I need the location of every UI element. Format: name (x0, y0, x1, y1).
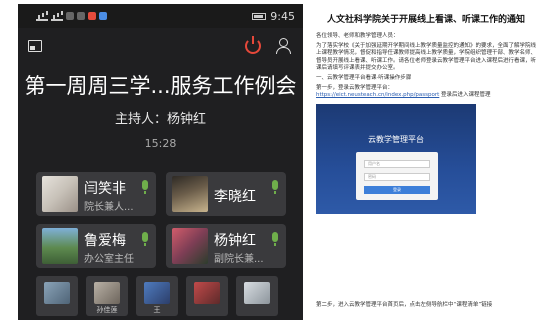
meeting-app-screen: 9:45 第一周周三学...服务工作例会 主持人：杨钟红 15:28 闫笑非 院… (18, 4, 303, 320)
thumbnail-image (194, 282, 220, 304)
signal-icon (36, 12, 48, 21)
signal-icon-2 (51, 12, 63, 21)
status-bar: 9:45 (18, 4, 303, 28)
document-paragraph: 为了落实学校《关于加强延期开学期间线上教学质量监控的通知》的要求，全面了解学院线… (316, 43, 537, 71)
thumbnail-label: 孙佳莲 (96, 306, 118, 314)
mic-icon (272, 232, 278, 246)
participant-name: 杨钟红 (214, 233, 256, 249)
thumbnail-item[interactable] (36, 276, 78, 316)
app-notification-icon-blue (99, 12, 107, 20)
document-step: 第一步，登录云教学管理平台： https://eict.neusteach.cn… (316, 85, 536, 99)
mic-icon (142, 232, 148, 246)
participant-name: 闫笑非 (84, 181, 126, 197)
thumbnail-item[interactable]: 孙佳莲 (86, 276, 128, 316)
meeting-host: 主持人：杨钟红 (114, 112, 206, 127)
username-field: 用户名 (364, 159, 430, 168)
mic-icon (142, 180, 148, 194)
document-step-two: 第二步，进入云教学管理平台首页后，点击左侧导航栏中“课程清单”链接 (316, 302, 493, 308)
status-right: 9:45 (252, 10, 295, 23)
document-body: 各位领导、老师和教学管理人员： 为了落实学校《关于加强延期开学期间线上教学质量监… (310, 25, 542, 100)
mic-icon (272, 180, 278, 194)
login-button: 登录 (364, 185, 430, 194)
wifi-icon (66, 12, 74, 20)
participants-icon[interactable] (275, 38, 291, 54)
participant-thumbnails: 孙佳莲 王 (36, 276, 296, 316)
thumbnail-item[interactable] (236, 276, 278, 316)
participant-card[interactable]: 鲁爱梅 办公室主任 (36, 224, 156, 268)
status-icons (36, 12, 107, 21)
battery-icon (252, 12, 267, 20)
document-title: 人文社科学院关于开展线上看课、听课工作的通知 (326, 15, 525, 25)
app-notification-icon (77, 12, 85, 20)
status-time: 9:45 (270, 9, 295, 23)
avatar (42, 228, 78, 264)
participant-name: 鲁爱梅 (84, 233, 126, 249)
thumbnail-label: 王 (153, 306, 161, 314)
thumbnail-item[interactable]: 王 (136, 276, 178, 316)
participant-role: 副院长兼... (214, 254, 264, 265)
platform-login-screenshot: 云教学管理平台 用户名 密码 登录 (316, 103, 476, 214)
document-greeting: 各位领导、老师和教学管理人员： (316, 33, 399, 39)
meeting-toolbar (18, 28, 303, 56)
avatar (172, 176, 208, 212)
participant-role: 办公室主任 (84, 254, 134, 265)
thumbnail-image (44, 282, 70, 304)
notice-document: 人文社科学院关于开展线上看课、听课工作的通知 各位领导、老师和教学管理人员： 为… (310, 4, 542, 320)
participant-name: 李晓红 (214, 189, 256, 205)
participant-role: 院长兼人... (84, 202, 134, 213)
participant-card[interactable]: 李晓红 (166, 172, 286, 216)
password-field: 密码 (364, 172, 430, 181)
platform-link[interactable]: https://eict.neusteach.cn/index.php/pass… (316, 92, 439, 98)
avatar (42, 176, 78, 212)
thumbnail-image (94, 282, 120, 304)
platform-title: 云教学管理平台 (368, 134, 424, 144)
step-one-tail: 登录后进入课程管理 (441, 92, 491, 99)
thumbnail-item[interactable] (186, 276, 228, 316)
leave-meeting-icon[interactable] (245, 36, 261, 54)
participant-card[interactable]: 闫笑非 院长兼人... (36, 172, 156, 216)
meeting-timer: 15:28 (144, 137, 177, 150)
app-notification-icon-red (88, 12, 96, 20)
avatar (172, 228, 208, 264)
meeting-title: 第一周周三学...服务工作例会 (24, 74, 297, 98)
login-box: 用户名 密码 登录 (356, 151, 438, 200)
thumbnail-image (244, 282, 270, 304)
document-section-heading: 一、云教学管理平台看课·听课操作步骤 (316, 75, 412, 82)
screen-share-icon[interactable] (28, 40, 42, 52)
thumbnail-image (144, 282, 170, 304)
participant-card[interactable]: 杨钟红 副院长兼... (166, 224, 286, 268)
step-one-text: 第一步，登录云教学管理平台： (316, 85, 394, 92)
